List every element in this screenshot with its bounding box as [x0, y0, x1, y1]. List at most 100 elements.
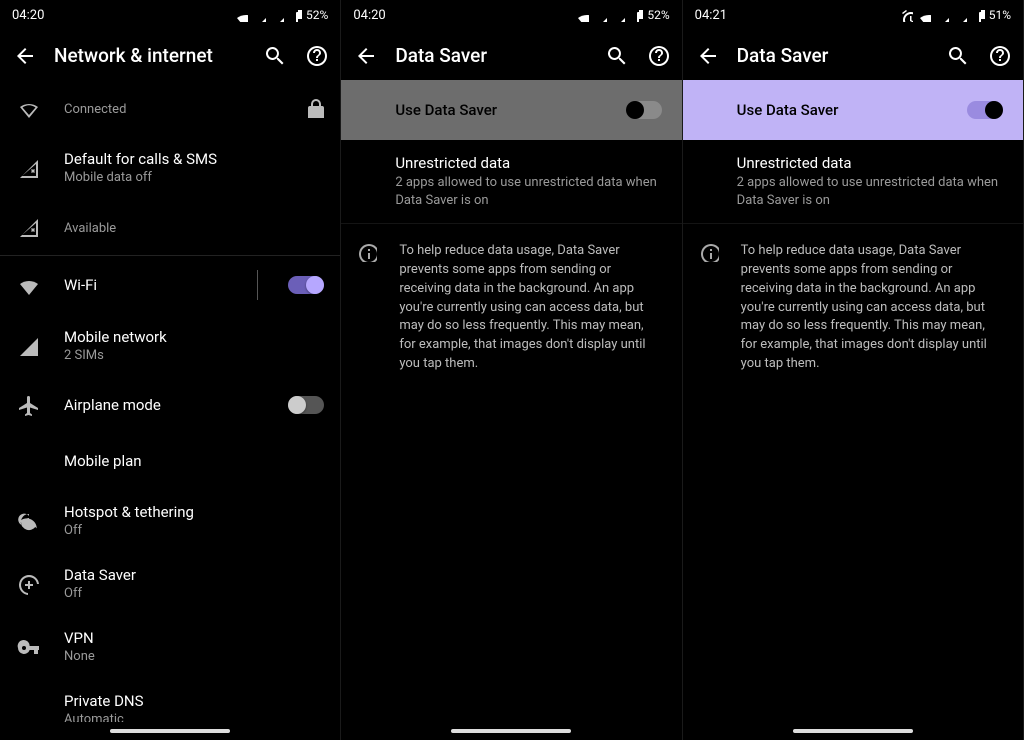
signal-icon [935, 8, 949, 22]
nav-bar[interactable] [683, 722, 1023, 740]
search-button[interactable] [945, 43, 969, 67]
wifi-status: Connected [64, 102, 284, 117]
status-right: 52% [234, 8, 328, 22]
search-button[interactable] [262, 43, 286, 67]
page-title: Data Saver [737, 44, 927, 67]
status-time: 04:20 [353, 8, 385, 23]
mobile-plan-row[interactable]: Mobile plan [0, 433, 340, 489]
help-button[interactable] [646, 43, 670, 67]
main-toggle-label: Use Data Saver [395, 101, 625, 119]
data-saver-main-toggle[interactable]: Use Data Saver [683, 80, 1023, 140]
alarm-icon [899, 8, 913, 22]
settings-list[interactable]: Connected Default for calls & SMS Mobile… [0, 80, 340, 722]
back-button[interactable] [695, 43, 719, 67]
mobile-network-row[interactable]: Mobile network 2 SIMs [0, 314, 340, 377]
action-bar: Data Saver [341, 30, 681, 80]
connected-group: Connected Default for calls & SMS Mobile… [0, 80, 340, 256]
unrestricted-data-row[interactable]: Unrestricted data 2 apps allowed to use … [683, 140, 1023, 224]
status-time: 04:21 [695, 8, 727, 23]
mobile-plan-label: Mobile plan [64, 452, 324, 470]
hotspot-icon [12, 510, 44, 532]
action-bar: Data Saver [683, 30, 1023, 80]
datasaver-sub: Off [64, 586, 324, 601]
panel-datasaver-on: 04:21 51% Data Saver Use Data Saver Unre… [683, 0, 1024, 740]
airplane-toggle[interactable] [288, 396, 324, 414]
search-icon [605, 44, 627, 66]
nav-pill [110, 729, 230, 733]
vpn-row[interactable]: VPN None [0, 615, 340, 678]
hotspot-label: Hotspot & tethering [64, 503, 324, 521]
status-bar: 04:20 52% [0, 0, 340, 30]
battery-icon [971, 8, 985, 22]
datasaver-label: Data Saver [64, 566, 324, 584]
private-dns-label: Private DNS [64, 692, 324, 710]
datasaver-row[interactable]: Data Saver Off [0, 552, 340, 615]
info-text: To help reduce data usage, Data Saver pr… [399, 242, 661, 374]
wifi-connected-row[interactable]: Connected [0, 80, 340, 136]
status-bar: 04:21 51% [683, 0, 1023, 30]
datasaver-icon [12, 573, 44, 595]
help-icon [647, 44, 669, 66]
status-battery: 52% [647, 8, 669, 22]
action-bar: Network & internet [0, 30, 340, 80]
signal-icon [611, 8, 625, 22]
signal-icon [270, 8, 284, 22]
panel-datasaver-off: 04:20 52% Data Saver Use Data Saver Unre… [341, 0, 682, 740]
help-button[interactable] [987, 43, 1011, 67]
lock-icon [304, 98, 324, 118]
back-button[interactable] [353, 43, 377, 67]
hotspot-sub: Off [64, 523, 324, 538]
status-right: 52% [575, 8, 669, 22]
page-title: Data Saver [395, 44, 585, 67]
main-toggle-switch[interactable] [967, 101, 1003, 119]
nav-bar[interactable] [0, 722, 340, 740]
wifi-row[interactable]: Wi-Fi [0, 256, 340, 314]
status-bar: 04:20 52% [341, 0, 681, 30]
search-icon [263, 44, 285, 66]
help-button[interactable] [304, 43, 328, 67]
sim2-row[interactable]: Available [0, 199, 340, 255]
data-saver-main-toggle[interactable]: Use Data Saver [341, 80, 681, 140]
private-dns-row[interactable]: Private DNS Automatic [0, 678, 340, 722]
nav-bar[interactable] [341, 722, 681, 740]
unrestricted-sub: 2 apps allowed to use unrestricted data … [737, 174, 1005, 209]
page-title: Network & internet [54, 44, 244, 67]
vpn-icon [12, 636, 44, 658]
signal-x-icon [12, 157, 44, 179]
wifi-toggle[interactable] [288, 276, 324, 294]
info-section: To help reduce data usage, Data Saver pr… [341, 224, 681, 392]
signal-icon [12, 335, 44, 357]
info-icon [355, 242, 379, 374]
signal-x-icon [12, 216, 44, 238]
airplane-icon [12, 394, 44, 416]
unrestricted-title: Unrestricted data [737, 154, 1005, 172]
unrestricted-data-row[interactable]: Unrestricted data 2 apps allowed to use … [341, 140, 681, 224]
airplane-row[interactable]: Airplane mode [0, 377, 340, 433]
status-time: 04:20 [12, 8, 44, 23]
nav-pill [793, 729, 913, 733]
wifi-icon [917, 8, 931, 22]
status-battery: 52% [306, 8, 328, 22]
status-battery: 51% [989, 8, 1011, 22]
nav-pill [451, 729, 571, 733]
search-button[interactable] [604, 43, 628, 67]
search-icon [946, 44, 968, 66]
vpn-sub: None [64, 649, 324, 664]
main-toggle-switch[interactable] [626, 101, 662, 119]
wifi-label: Wi-Fi [64, 276, 237, 294]
wifi-icon [12, 274, 44, 296]
info-section: To help reduce data usage, Data Saver pr… [683, 224, 1023, 392]
hotspot-row[interactable]: Hotspot & tethering Off [0, 489, 340, 552]
signal-icon [593, 8, 607, 22]
sim1-row[interactable]: Default for calls & SMS Mobile data off [0, 136, 340, 199]
help-icon [988, 44, 1010, 66]
private-dns-sub: Automatic [64, 712, 324, 722]
battery-icon [629, 8, 643, 22]
signal-icon [953, 8, 967, 22]
unrestricted-title: Unrestricted data [395, 154, 663, 172]
main-toggle-label: Use Data Saver [737, 101, 967, 119]
sim1-primary: Default for calls & SMS [64, 150, 324, 168]
wifi-icon [234, 8, 248, 22]
back-icon [13, 44, 35, 66]
back-button[interactable] [12, 43, 36, 67]
